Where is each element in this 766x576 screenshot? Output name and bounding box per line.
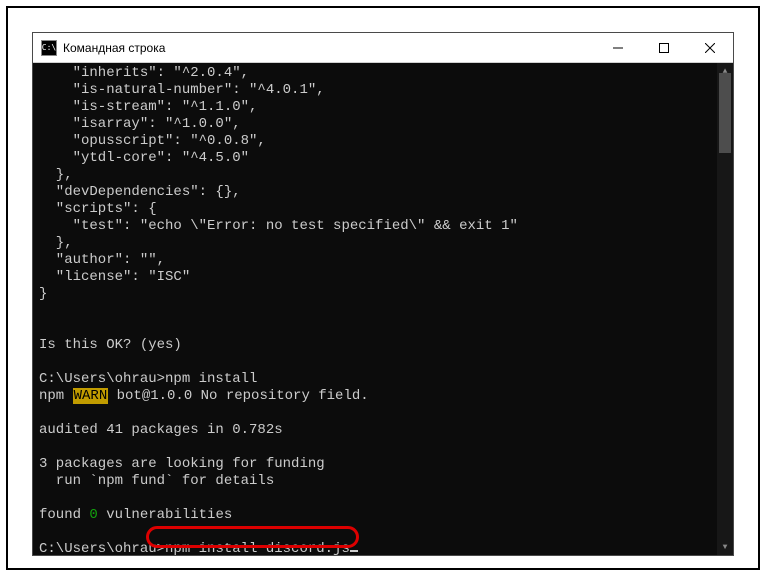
scrollbar-thumb[interactable] bbox=[719, 73, 731, 153]
npm-install-prompt: C:\Users\ohrau>npm install bbox=[39, 371, 257, 387]
scrollbar-down-arrow[interactable]: ▼ bbox=[717, 539, 733, 555]
funding-line-2: run `npm fund` for details bbox=[39, 473, 274, 489]
titlebar[interactable]: C:\ Командная строка bbox=[33, 33, 733, 63]
json-line: }, bbox=[39, 167, 73, 183]
json-line: "author": "", bbox=[39, 252, 165, 268]
terminal-output: "inherits": "^2.0.4", "is-natural-number… bbox=[33, 63, 717, 555]
json-line: } bbox=[39, 286, 47, 302]
current-command[interactable]: npm install discord.js bbox=[165, 541, 350, 555]
found-prefix: found bbox=[39, 507, 89, 523]
close-button[interactable] bbox=[687, 33, 733, 62]
json-line: "is-stream": "^1.1.0", bbox=[39, 99, 257, 115]
window-controls bbox=[595, 33, 733, 62]
confirm-prompt: Is this OK? (yes) bbox=[39, 337, 182, 353]
npm-warn-prefix: npm bbox=[39, 388, 73, 404]
maximize-button[interactable] bbox=[641, 33, 687, 62]
json-line: "isarray": "^1.0.0", bbox=[39, 116, 241, 132]
found-suffix: vulnerabilities bbox=[98, 507, 232, 523]
audit-line: audited 41 packages in 0.782s bbox=[39, 422, 283, 438]
window-title: Командная строка bbox=[63, 41, 595, 55]
text-cursor bbox=[350, 550, 358, 552]
json-line: "license": "ISC" bbox=[39, 269, 190, 285]
funding-line-1: 3 packages are looking for funding bbox=[39, 456, 325, 472]
json-line: }, bbox=[39, 235, 73, 251]
json-line: "test": "echo \"Error: no test specified… bbox=[39, 218, 518, 234]
vertical-scrollbar[interactable]: ▲ ▼ bbox=[717, 63, 733, 555]
app-icon: C:\ bbox=[41, 40, 57, 56]
json-line: "ytdl-core": "^4.5.0" bbox=[39, 150, 249, 166]
warn-badge: WARN bbox=[73, 388, 109, 404]
json-line: "opusscript": "^0.0.8", bbox=[39, 133, 266, 149]
command-prompt-window: C:\ Командная строка "inherits": "^2.0.4… bbox=[32, 32, 734, 556]
vuln-count: 0 bbox=[89, 507, 97, 523]
terminal-body[interactable]: "inherits": "^2.0.4", "is-natural-number… bbox=[33, 63, 733, 555]
npm-warn-message: bot@1.0.0 No repository field. bbox=[108, 388, 368, 404]
json-line: "scripts": { bbox=[39, 201, 157, 217]
json-line: "inherits": "^2.0.4", bbox=[39, 65, 249, 81]
json-line: "is-natural-number": "^4.0.1", bbox=[39, 82, 325, 98]
current-prompt: C:\Users\ohrau> bbox=[39, 541, 165, 555]
minimize-button[interactable] bbox=[595, 33, 641, 62]
json-line: "devDependencies": {}, bbox=[39, 184, 241, 200]
